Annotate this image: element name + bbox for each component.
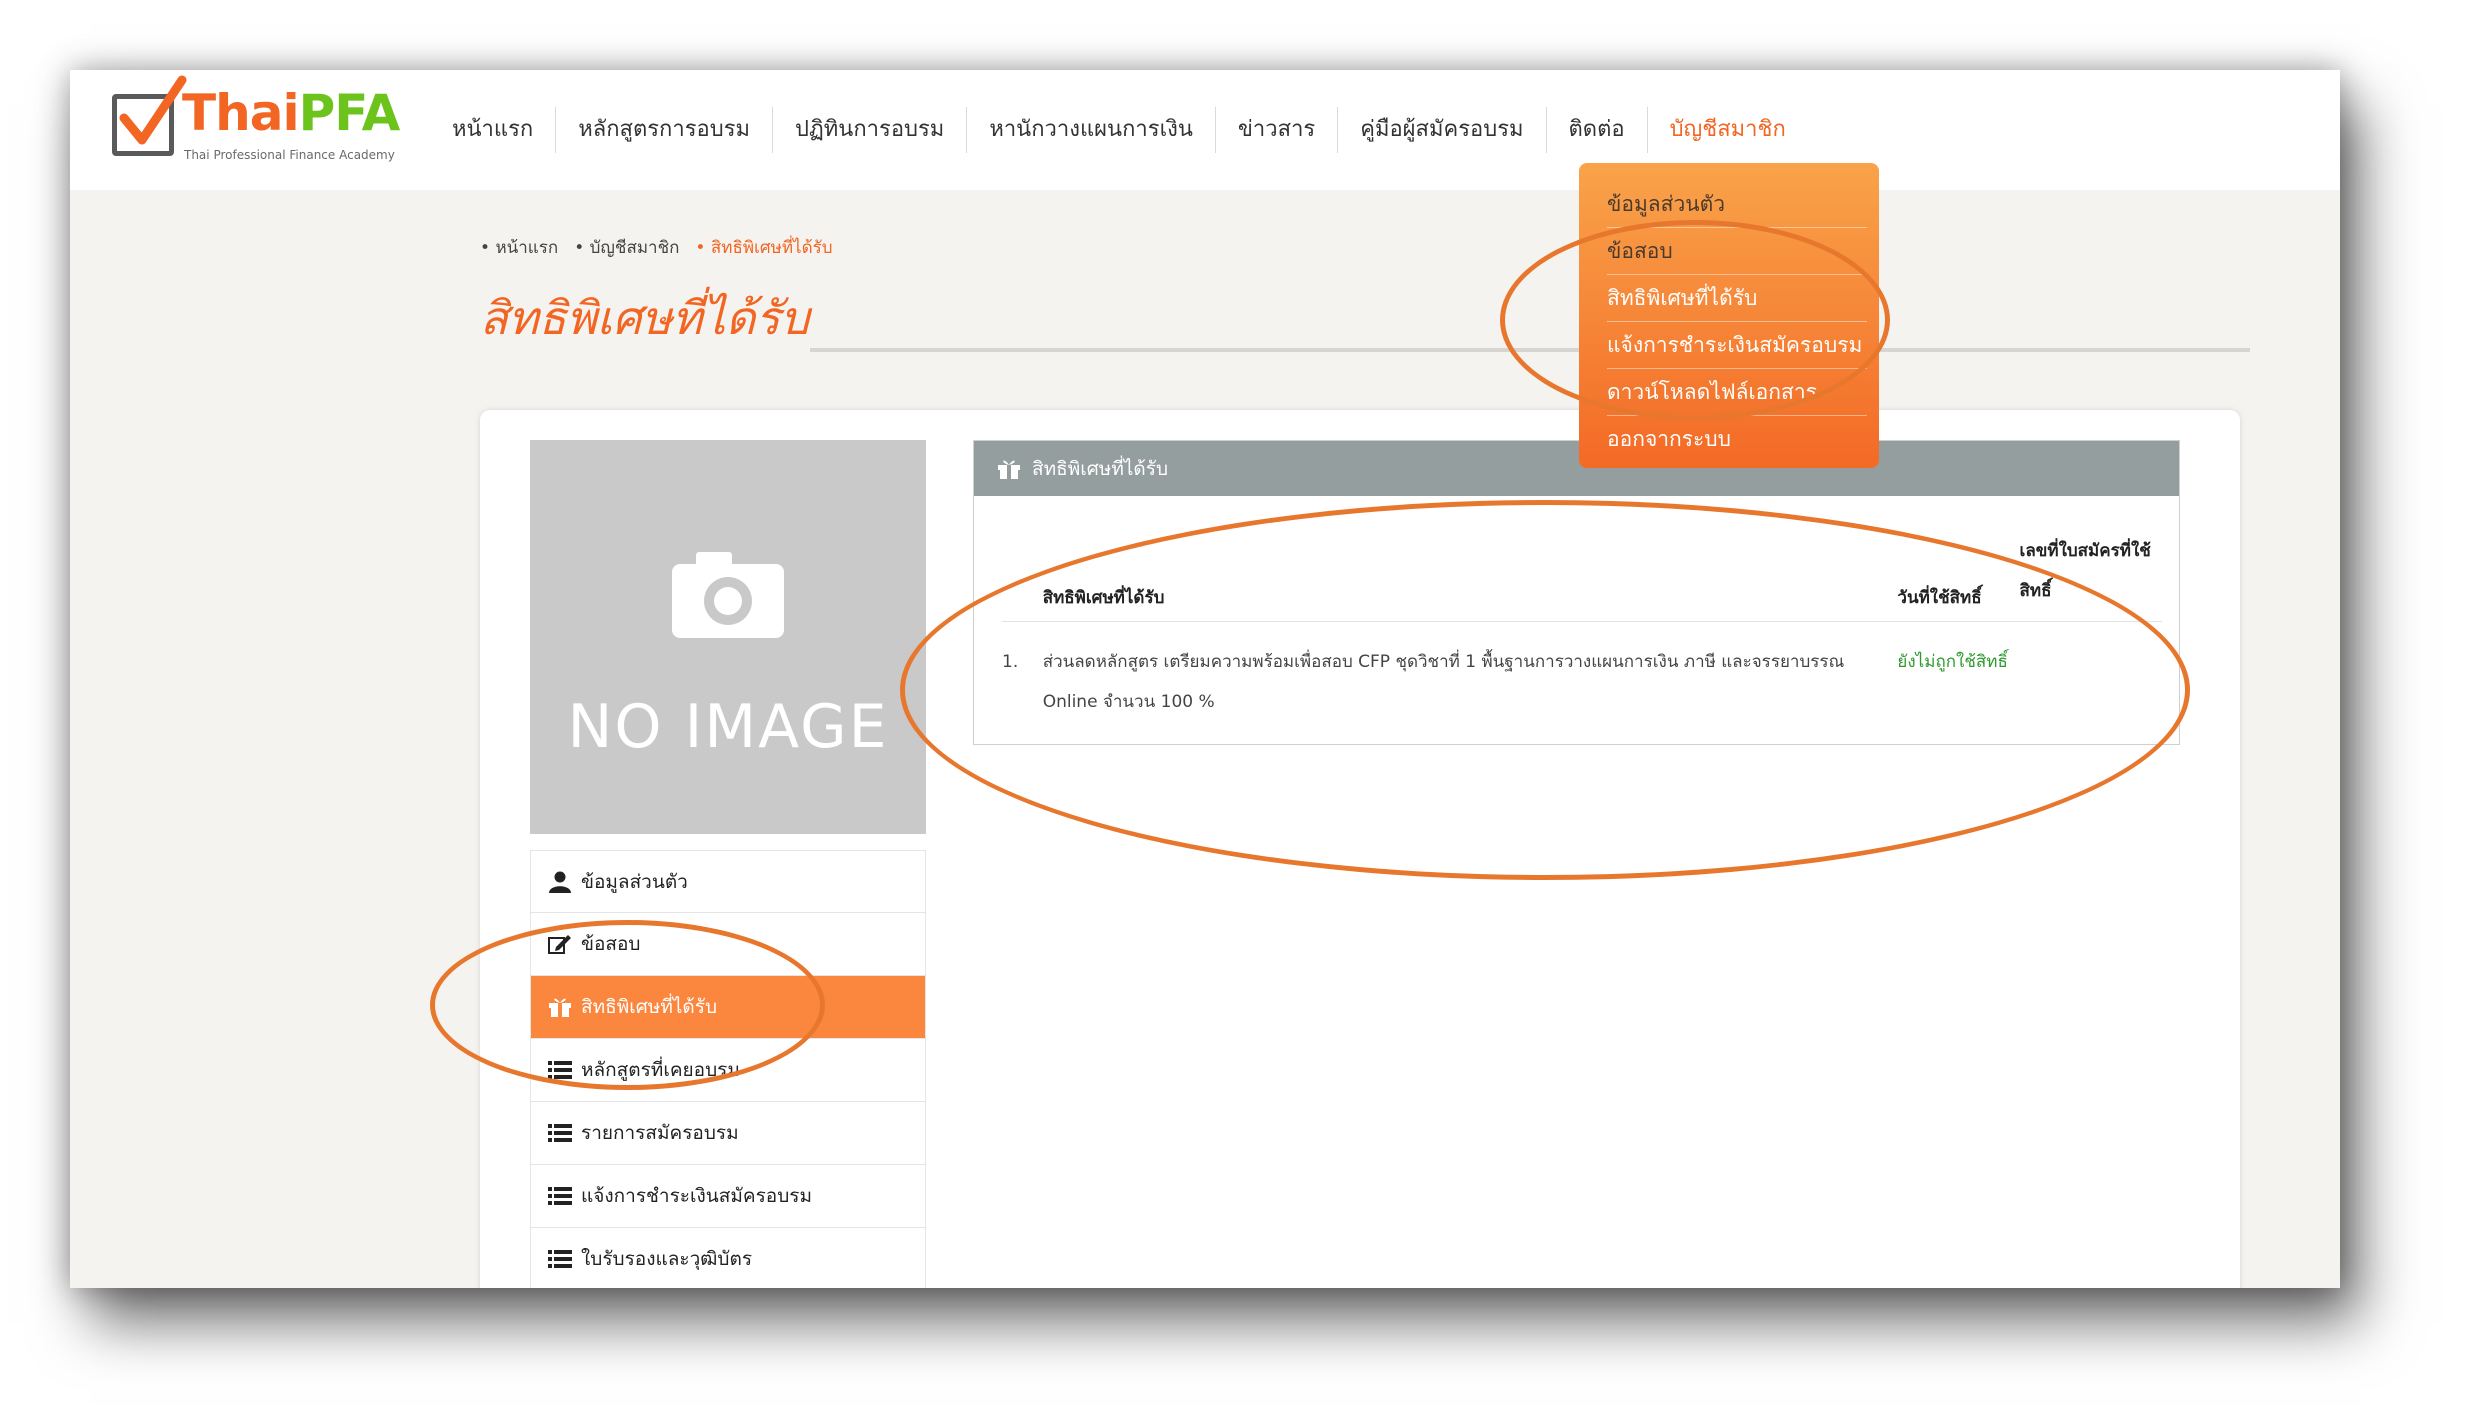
breadcrumb-member-account[interactable]: บัญชีสมาชิก — [574, 234, 680, 261]
side-menu-exam[interactable]: ข้อสอบ — [530, 913, 926, 976]
gift-icon — [549, 998, 571, 1017]
side-menu-privileges[interactable]: สิทธิพิเศษที่ได้รับ — [530, 976, 926, 1039]
nav-home[interactable]: หน้าแรก — [430, 107, 557, 153]
dropdown-item-logout[interactable]: ออกจากระบบ — [1607, 416, 1867, 463]
col-num — [1002, 531, 1043, 622]
profile-image-placeholder: NO IMAGE — [530, 440, 926, 834]
edit-icon — [548, 935, 571, 954]
table-row: 1. ส่วนลดหลักสูตร เตรียมความพร้อมเพื่อสอ… — [1002, 622, 2162, 723]
panel-header: สิทธิพิเศษที่ได้รับ — [974, 441, 2179, 496]
side-menu-label: แจ้งการชำระเงินสมัครอบรม — [581, 1185, 813, 1207]
side-menu-certificates[interactable]: ใบรับรองและวุฒิบัตร — [530, 1228, 926, 1288]
dropdown-item-payment-notice[interactable]: แจ้งการชำระเงินสมัครอบรม — [1607, 322, 1867, 369]
member-side-menu: ข้อมูลส่วนตัว ข้อสอบ สิทธิพิเศษที่ได้รับ… — [530, 850, 926, 1288]
nav-applicant-guide[interactable]: คู่มือผู้สมัครอบรม — [1338, 107, 1547, 153]
nav-find-planner[interactable]: หานักวางแผนการเงิน — [967, 107, 1216, 153]
side-menu-label: ข้อมูลส่วนตัว — [581, 870, 688, 893]
col-application-no: เลขที่ใบสมัครที่ใช้สิทธิ์ — [2019, 531, 2162, 622]
col-date-used: วันที่ใช้สิทธิ์ — [1897, 531, 2020, 622]
user-icon — [549, 871, 571, 893]
logo-brand-pfa: PFA — [298, 84, 401, 142]
list-icon — [548, 1187, 572, 1205]
logo-brand-thai: Thai — [182, 84, 300, 142]
list-icon — [548, 1061, 572, 1079]
title-divider — [810, 348, 2250, 352]
dropdown-item-exam[interactable]: ข้อสอบ — [1607, 228, 1867, 275]
row-num: 1. — [1002, 652, 1019, 672]
nav-courses[interactable]: หลักสูตรการอบรม — [556, 107, 774, 153]
side-menu-profile[interactable]: ข้อมูลส่วนตัว — [530, 850, 926, 913]
side-menu-label: หลักสูตรที่เคยอบรม — [581, 1059, 740, 1081]
list-icon — [548, 1124, 572, 1142]
thaipfa-logo[interactable]: ThaiPFA Thai Professional Finance Academ… — [112, 75, 412, 168]
no-image-label: NO IMAGE — [567, 692, 889, 762]
nav-calendar[interactable]: ปฏิทินการอบรม — [773, 107, 968, 153]
side-menu-past-courses[interactable]: หลักสูตรที่เคยอบรม — [530, 1039, 926, 1102]
side-menu-label: ข้อสอบ — [581, 933, 641, 955]
site-header: ThaiPFA Thai Professional Finance Academ… — [70, 70, 2340, 190]
privileges-table: สิทธิพิเศษที่ได้รับ วันที่ใช้สิทธิ์ เลขท… — [1002, 531, 2162, 722]
panel-title: สิทธิพิเศษที่ได้รับ — [1032, 457, 1169, 480]
breadcrumb-current: สิทธิพิเศษที่ได้รับ — [695, 234, 833, 261]
side-menu-registrations[interactable]: รายการสมัครอบรม — [530, 1102, 926, 1165]
side-menu-payment-notice[interactable]: แจ้งการชำระเงินสมัครอบรม — [530, 1165, 926, 1228]
page-title: สิทธิพิเศษที่ได้รับ — [480, 291, 810, 345]
side-menu-label: สิทธิพิเศษที่ได้รับ — [581, 996, 718, 1018]
row-privilege: ส่วนลดหลักสูตร เตรียมความพร้อมเพื่อสอบ C… — [1042, 652, 1845, 712]
side-menu-label: รายการสมัครอบรม — [581, 1122, 739, 1144]
col-privilege: สิทธิพิเศษที่ได้รับ — [1042, 531, 1898, 622]
dropdown-item-profile[interactable]: ข้อมูลส่วนตัว — [1607, 181, 1867, 228]
member-account-dropdown: ข้อมูลส่วนตัว ข้อสอบ สิทธิพิเศษที่ได้รับ… — [1579, 163, 1879, 468]
breadcrumb: หน้าแรก บัญชีสมาชิก สิทธิพิเศษที่ได้รับ — [480, 234, 833, 261]
row-status: ยังไม่ถูกใช้สิทธิ์ — [1897, 652, 2008, 672]
camera-icon — [672, 552, 784, 638]
nav-contact[interactable]: ติดต่อ — [1547, 107, 1648, 153]
logo-check-icon — [119, 75, 187, 145]
privileges-panel: สิทธิพิเศษที่ได้รับ สิทธิพิเศษที่ได้รับ … — [973, 440, 2180, 745]
gift-icon — [998, 460, 1020, 479]
nav-member-account[interactable]: บัญชีสมาชิก — [1648, 107, 1808, 153]
row-application-no — [2020, 622, 2162, 723]
list-icon — [548, 1250, 572, 1268]
logo-wordmark: ThaiPFA — [182, 84, 401, 142]
browser-page-frame: ThaiPFA Thai Professional Finance Academ… — [70, 70, 2340, 1288]
nav-news[interactable]: ข่าวสาร — [1216, 107, 1339, 153]
breadcrumb-home[interactable]: หน้าแรก — [480, 234, 558, 261]
table-header-row: สิทธิพิเศษที่ได้รับ วันที่ใช้สิทธิ์ เลขท… — [1002, 531, 2162, 622]
logo-tagline: Thai Professional Finance Academy — [184, 148, 395, 162]
dropdown-item-download-files[interactable]: ดาวน์โหลดไฟล์เอกสาร — [1607, 369, 1867, 416]
dropdown-item-privileges[interactable]: สิทธิพิเศษที่ได้รับ — [1607, 275, 1867, 322]
side-menu-label: ใบรับรองและวุฒิบัตร — [581, 1248, 753, 1270]
